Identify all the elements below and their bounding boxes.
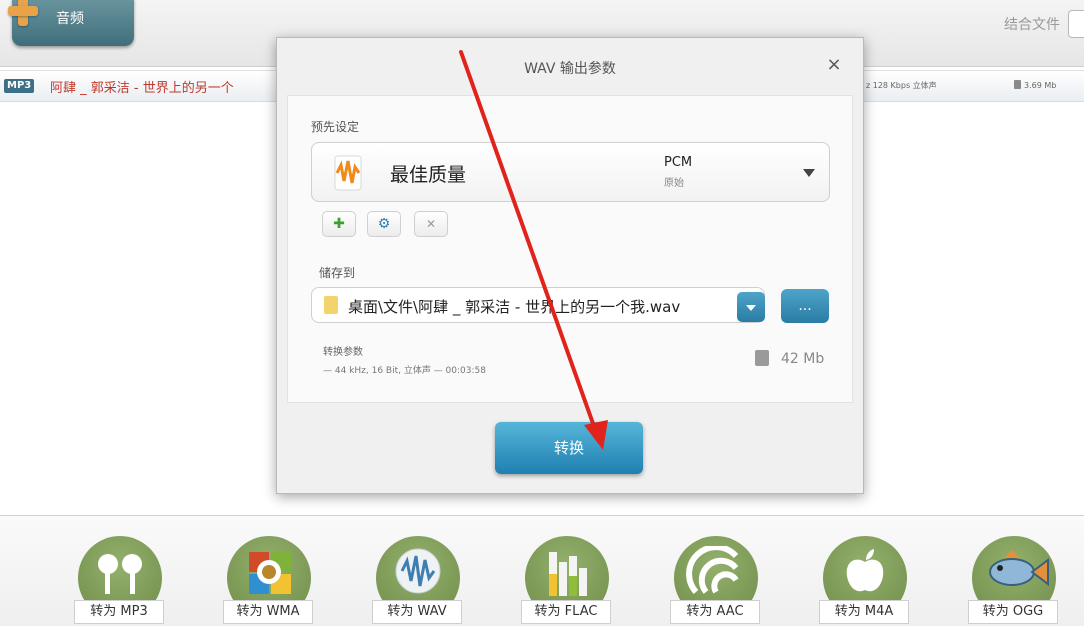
file-meta: z 128 Kbps 立体声 [866,81,937,90]
format-label: 转为 FLAC [521,600,611,624]
convert-button[interactable]: 转换 [495,422,643,474]
format-label: 转为 OGG [968,600,1058,624]
format-label: 转为 AAC [670,600,760,624]
apple-icon [846,549,884,592]
format-label: 转为 WMA [223,600,313,624]
format-label: 转为 WAV [372,600,462,624]
file-size-icon [755,350,769,366]
format-label: 转为 MP3 [74,600,164,624]
add-preset-button[interactable]: ✚ [322,211,356,237]
join-files-label: 结合文件 [1004,17,1060,33]
chevron-down-icon [803,169,815,177]
save-path-field[interactable]: 桌面\文件\阿肆 _ 郭采洁 - 世界上的另一个我.wav [311,287,765,323]
wav-output-dialog: WAV 输出参数 × 预先设定 最佳质量 PCM 原始 ✚ ⚙ ✕ 储存到 桌面… [276,37,864,494]
format-badge: MP3 [4,79,35,93]
preset-name: 最佳质量 [390,164,467,186]
convert-to-wav-button[interactable]: 转为 WAV [370,536,466,626]
delete-preset-button[interactable]: ✕ [414,211,448,237]
plus-icon: ✚ [333,216,345,232]
earbuds-icon [98,554,142,594]
edit-preset-button[interactable]: ⚙ [367,211,401,237]
output-size: 42 Mb [781,351,825,367]
convert-to-ogg-button[interactable]: 转为 OGG [966,536,1062,626]
path-history-dropdown[interactable] [737,292,765,322]
browse-button[interactable]: ... [781,289,829,323]
add-audio-button[interactable]: 音频 [8,0,134,46]
conversion-params-value: — 44 kHz, 16 Bit, 立体声 — 00:03:58 [323,366,486,376]
format-bar: 转为 MP3 转为 WMA 转为 WAV 转为 FLAC 转为 AAC 转为 M… [0,515,1084,626]
file-size: 3.69 Mb [1014,80,1056,90]
preset-subtitle: 原始 [664,178,684,189]
join-files-toggle[interactable] [1068,10,1084,38]
close-icon: ✕ [425,217,437,231]
preset-dropdown[interactable]: 最佳质量 PCM 原始 [311,142,830,202]
convert-to-m4a-button[interactable]: 转为 M4A [817,536,913,626]
aac-waves-icon [686,546,739,595]
folder-icon [324,296,338,314]
file-size-value: 3.69 Mb [1024,81,1057,90]
disk-icon [1014,80,1021,89]
audio-file-icon [334,155,362,191]
conversion-params-label: 转换参数 [323,347,363,358]
format-label: 转为 M4A [819,600,909,624]
add-audio-label: 音频 [56,11,84,27]
file-title: 阿肆 _ 郭采洁 - 世界上的另一个 [50,81,234,96]
convert-to-flac-button[interactable]: 转为 FLAC [519,536,615,626]
equalizer-icon [549,552,587,596]
save-to-label: 储存到 [319,266,356,280]
convert-to-aac-button[interactable]: 转为 AAC [668,536,764,626]
preset-label: 预先设定 [311,120,360,134]
close-icon[interactable]: × [825,56,843,74]
gear-icon: ⚙ [377,216,391,232]
save-path-text: 桌面\文件\阿肆 _ 郭采洁 - 世界上的另一个我.wav [348,298,681,316]
fish-icon [989,550,1049,586]
waveform-icon [395,548,441,594]
windows-media-icon [249,552,291,594]
convert-to-wma-button[interactable]: 转为 WMA [221,536,317,626]
convert-to-mp3-button[interactable]: 转为 MP3 [72,536,168,626]
plus-icon [6,0,40,28]
preset-codec: PCM [664,155,693,170]
dialog-title: WAV 输出参数 [524,61,616,77]
